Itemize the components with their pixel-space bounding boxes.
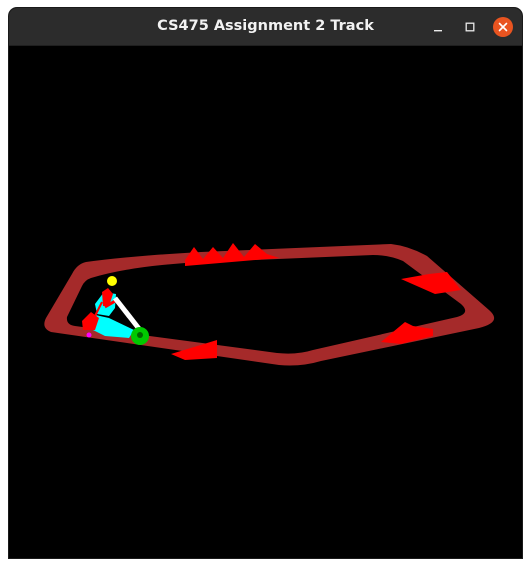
bike-front-hub — [137, 332, 143, 338]
maximize-button[interactable] — [460, 17, 480, 37]
minimize-icon — [434, 30, 442, 32]
title-bar[interactable]: CS475 Assignment 2 Track — [9, 8, 522, 46]
minimize-button[interactable] — [428, 17, 448, 37]
ramp-right-upper — [401, 272, 461, 294]
close-button[interactable] — [493, 17, 513, 37]
rider-helmet — [107, 276, 117, 286]
maximize-icon — [465, 22, 475, 32]
track-scene — [44, 243, 495, 366]
render-viewport[interactable] — [9, 46, 522, 558]
bike-rear-light — [86, 332, 92, 338]
app-window: CS475 Assignment 2 Track — [9, 8, 522, 558]
close-icon — [498, 22, 508, 32]
ramp-top-teeth — [185, 243, 279, 266]
